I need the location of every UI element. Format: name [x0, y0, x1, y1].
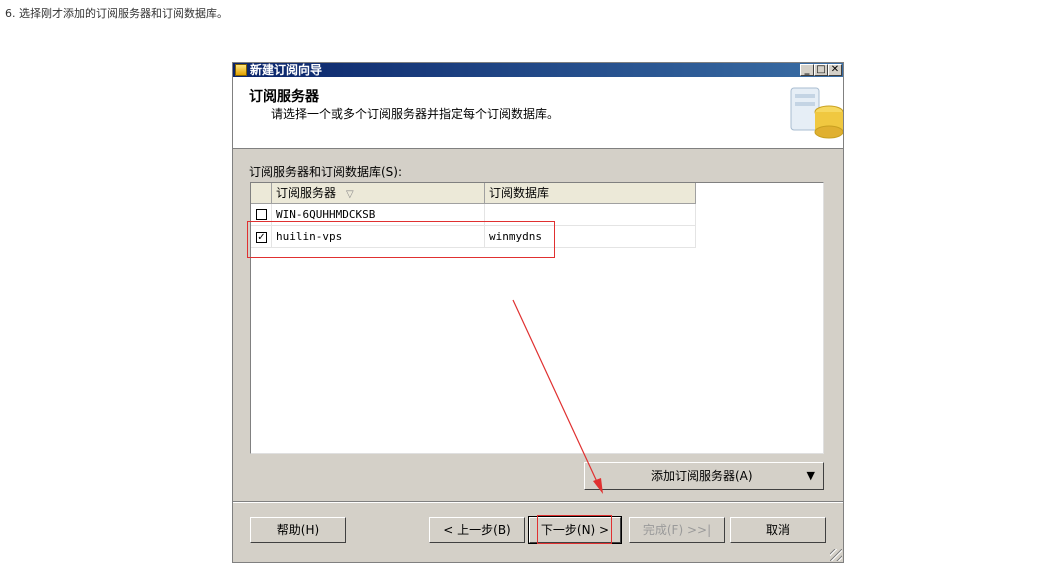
annotation-arrow-line [512, 299, 599, 485]
annotation-arrow-head [593, 478, 603, 494]
annotation-arrow [512, 299, 603, 494]
